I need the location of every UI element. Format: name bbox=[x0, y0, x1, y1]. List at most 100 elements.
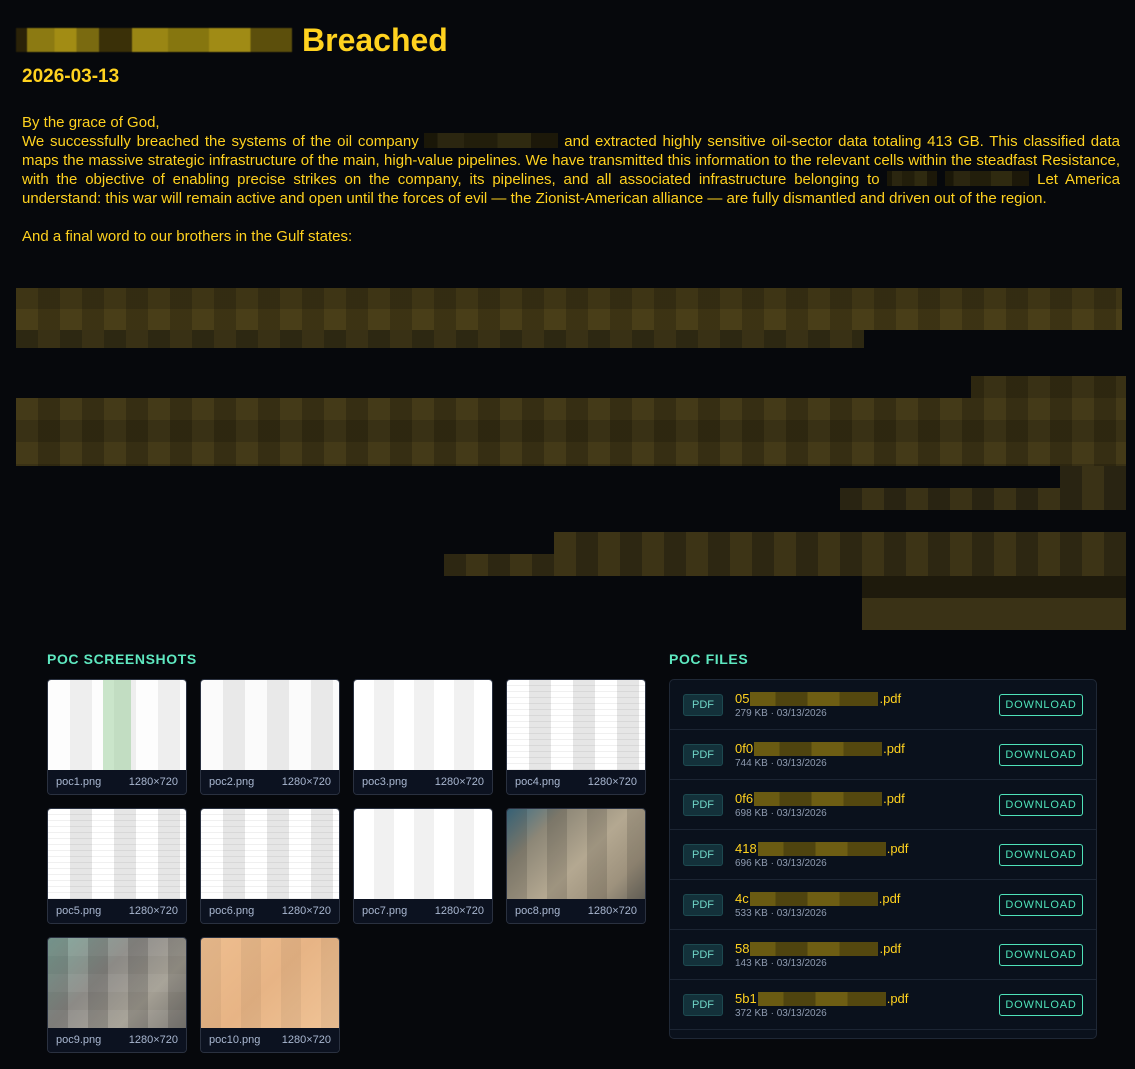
screenshot-thumbnail[interactable] bbox=[48, 938, 186, 1028]
redacted-block bbox=[16, 288, 1122, 330]
screenshot-thumbnail[interactable] bbox=[507, 680, 645, 770]
pdf-badge-icon: PDF bbox=[683, 744, 723, 766]
screenshot-card[interactable]: poc8.png 1280×720 bbox=[506, 808, 646, 924]
screenshot-card[interactable]: poc10.png 1280×720 bbox=[200, 937, 340, 1053]
redacted-block bbox=[862, 576, 1126, 630]
screenshot-size: 1280×720 bbox=[128, 1034, 178, 1046]
file-meta: 744 KB · 03/13/2026 bbox=[735, 758, 827, 769]
redacted-entity-inline-1 bbox=[887, 171, 938, 186]
final-word-text: And a final word to our brothers in the … bbox=[22, 228, 353, 245]
post-date: 2026-03-13 bbox=[22, 66, 120, 87]
download-button[interactable]: DOWNLOAD bbox=[999, 694, 1083, 716]
file-name[interactable]: 4c .pdf bbox=[735, 891, 900, 906]
message-body: By the grace of God, We successfully bre… bbox=[22, 113, 1120, 246]
file-row: PDF 05 .pdf 279 KB · 03/13/2026 DOWNLOAD bbox=[670, 680, 1096, 730]
file-row: PDF 58 .pdf 143 KB · 03/13/2026 DOWNLOAD bbox=[670, 930, 1096, 980]
screenshot-thumbnail[interactable] bbox=[354, 809, 492, 899]
file-row: PDF 418 .pdf 696 KB · 03/13/2026 DOWNLOAD bbox=[670, 830, 1096, 880]
screenshot-size: 1280×720 bbox=[128, 776, 178, 788]
file-name-prefix: 05 bbox=[735, 691, 750, 706]
redacted-file-name bbox=[754, 791, 883, 806]
screenshot-size: 1280×720 bbox=[281, 1034, 331, 1046]
greeting-text: By the grace of God, bbox=[22, 114, 160, 131]
download-button[interactable]: DOWNLOAD bbox=[999, 744, 1083, 766]
screenshot-card[interactable]: poc6.png 1280×720 bbox=[200, 808, 340, 924]
file-name-prefix: 4c bbox=[735, 891, 749, 906]
pdf-badge-icon: PDF bbox=[683, 844, 723, 866]
screenshot-thumbnail[interactable] bbox=[48, 680, 186, 770]
download-button[interactable]: DOWNLOAD bbox=[999, 844, 1083, 866]
screenshot-caption: poc1.png 1280×720 bbox=[48, 770, 186, 794]
screenshot-name: poc1.png bbox=[56, 776, 102, 788]
redacted-file-name bbox=[757, 991, 886, 1006]
main-paragraph: We successfully breached the systems of … bbox=[22, 132, 1120, 208]
file-name-suffix: .pdf bbox=[878, 891, 901, 906]
file-meta: 143 KB · 03/13/2026 bbox=[735, 958, 827, 969]
screenshot-card[interactable]: poc3.png 1280×720 bbox=[353, 679, 493, 795]
redaction-mask bbox=[16, 376, 971, 398]
redacted-company-name bbox=[16, 28, 292, 52]
poc-screenshots-title: POC SCREENSHOTS bbox=[47, 651, 197, 667]
file-row: PDF 0f6 .pdf 698 KB · 03/13/2026 DOWNLOAD bbox=[670, 780, 1096, 830]
file-meta: 696 KB · 03/13/2026 bbox=[735, 858, 827, 869]
screenshot-card[interactable]: poc7.png 1280×720 bbox=[353, 808, 493, 924]
file-list: PDF 05 .pdf 279 KB · 03/13/2026 DOWNLOAD … bbox=[669, 679, 1097, 1039]
redacted-file-name bbox=[750, 691, 879, 706]
file-name-prefix: 5b1 bbox=[735, 991, 757, 1006]
screenshot-card[interactable]: poc5.png 1280×720 bbox=[47, 808, 187, 924]
screenshot-caption: poc10.png 1280×720 bbox=[201, 1028, 339, 1052]
redacted-file-name bbox=[754, 741, 883, 756]
screenshot-caption: poc2.png 1280×720 bbox=[201, 770, 339, 794]
screenshot-size: 1280×720 bbox=[281, 905, 331, 917]
file-name-suffix: .pdf bbox=[886, 991, 909, 1006]
file-name[interactable]: 418 .pdf bbox=[735, 841, 908, 856]
file-name-prefix: 0f0 bbox=[735, 741, 754, 756]
pdf-badge-icon: PDF bbox=[683, 894, 723, 916]
file-name-prefix: 0f6 bbox=[735, 791, 754, 806]
screenshot-caption: poc4.png 1280×720 bbox=[507, 770, 645, 794]
screenshot-name: poc8.png bbox=[515, 905, 561, 917]
file-name[interactable]: 05 .pdf bbox=[735, 691, 901, 706]
file-name[interactable]: 5b1 .pdf bbox=[735, 991, 908, 1006]
file-name[interactable]: 0f0 .pdf bbox=[735, 741, 905, 756]
screenshot-thumbnail[interactable] bbox=[48, 809, 186, 899]
download-button[interactable]: DOWNLOAD bbox=[999, 794, 1083, 816]
screenshot-size: 1280×720 bbox=[587, 776, 637, 788]
screenshot-thumbnail[interactable] bbox=[201, 938, 339, 1028]
screenshot-caption: poc8.png 1280×720 bbox=[507, 899, 645, 923]
pdf-badge-icon: PDF bbox=[683, 794, 723, 816]
screenshot-name: poc2.png bbox=[209, 776, 255, 788]
download-button[interactable]: DOWNLOAD bbox=[999, 944, 1083, 966]
redacted-file-name bbox=[749, 891, 878, 906]
file-meta: 279 KB · 03/13/2026 bbox=[735, 708, 827, 719]
screenshot-card[interactable]: poc9.png 1280×720 bbox=[47, 937, 187, 1053]
file-row: PDF 4c .pdf 533 KB · 03/13/2026 DOWNLOAD bbox=[670, 880, 1096, 930]
page-header: Breached 2026-03-13 bbox=[16, 20, 1126, 88]
screenshot-name: poc6.png bbox=[209, 905, 255, 917]
file-name-suffix: .pdf bbox=[879, 941, 902, 956]
screenshot-name: poc5.png bbox=[56, 905, 102, 917]
screenshot-thumbnail[interactable] bbox=[201, 809, 339, 899]
file-name[interactable]: 0f6 .pdf bbox=[735, 791, 905, 806]
screenshot-thumbnail[interactable] bbox=[354, 680, 492, 770]
file-meta: 372 KB · 03/13/2026 bbox=[735, 1008, 827, 1019]
redaction-mask bbox=[444, 532, 554, 554]
download-button[interactable]: DOWNLOAD bbox=[999, 994, 1083, 1016]
file-name-prefix: 58 bbox=[735, 941, 750, 956]
file-name-prefix: 418 bbox=[735, 841, 757, 856]
download-button[interactable]: DOWNLOAD bbox=[999, 894, 1083, 916]
pdf-badge-icon: PDF bbox=[683, 694, 723, 716]
title-row: Breached bbox=[16, 20, 1126, 60]
screenshot-caption: poc7.png 1280×720 bbox=[354, 899, 492, 923]
file-name[interactable]: 58 .pdf bbox=[735, 941, 901, 956]
screenshot-card[interactable]: poc4.png 1280×720 bbox=[506, 679, 646, 795]
screenshot-thumbnail[interactable] bbox=[507, 809, 645, 899]
file-row: PDF 5b1 .pdf 372 KB · 03/13/2026 DOWNLOAD bbox=[670, 980, 1096, 1030]
redacted-block bbox=[1060, 466, 1126, 488]
screenshot-caption: poc9.png 1280×720 bbox=[48, 1028, 186, 1052]
screenshot-card[interactable]: poc2.png 1280×720 bbox=[200, 679, 340, 795]
screenshot-thumbnail[interactable] bbox=[201, 680, 339, 770]
screenshot-card[interactable]: poc1.png 1280×720 bbox=[47, 679, 187, 795]
screenshot-name: poc7.png bbox=[362, 905, 408, 917]
screenshot-name: poc9.png bbox=[56, 1034, 102, 1046]
